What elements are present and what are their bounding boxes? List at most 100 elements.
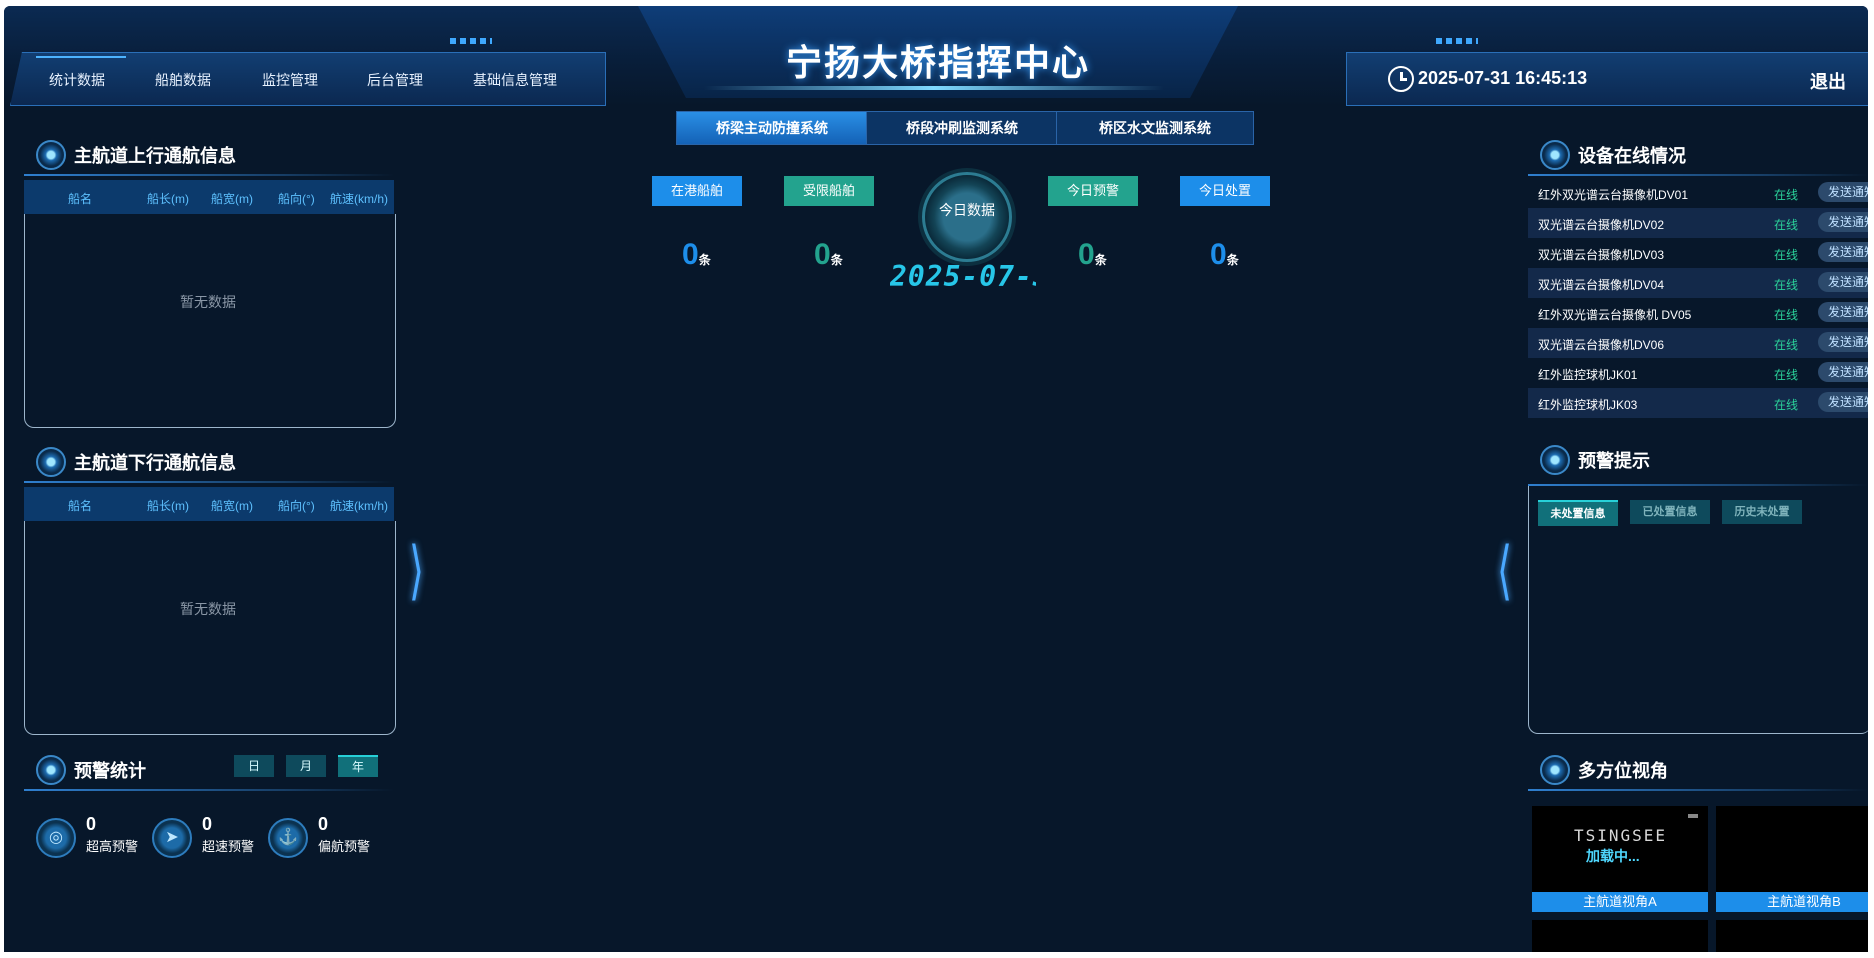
column-header: 船长(m) [147, 192, 189, 206]
list-item: 红外监控球机JK03 在线 发送通知 [1528, 388, 1868, 418]
stat-value: 0 [682, 238, 699, 271]
tab-history-unhandled[interactable]: 历史未处置 [1722, 500, 1802, 524]
collapse-right-arrow-icon[interactable]: ⟨ [1497, 534, 1512, 608]
device-name: 红外双光谱云台摄像机DV01 [1538, 188, 1689, 202]
downstream-panel-title: 主航道下行通航信息 [74, 453, 236, 473]
stat-today-warning-value: 0条 [1078, 238, 1107, 272]
page-title: 宁扬大桥指挥中心 [785, 42, 1090, 83]
panel-title-icon [36, 755, 66, 785]
send-notice-button[interactable]: 发送通知 [1818, 242, 1868, 262]
current-datetime: 2025-07-31 16:45:13 [1418, 68, 1588, 88]
panel-title-icon [1540, 445, 1570, 475]
stat-today-handled-value: 0条 [1210, 238, 1239, 272]
column-header: 船长(m) [147, 499, 189, 513]
empty-message: 暂无数据 [180, 601, 236, 617]
list-item: 红外双光谱云台摄像机DV01 在线 发送通知 [1528, 178, 1868, 208]
tab-hydrology-monitoring[interactable]: 桥区水文监测系统 [1056, 111, 1254, 145]
yaw-alert-count: 0 [318, 814, 329, 834]
tab-handled[interactable]: 已处置信息 [1630, 500, 1710, 524]
stat-unit: 条 [1226, 253, 1239, 267]
height-alert-label: 超高预警 [86, 839, 139, 854]
view-label-a: 主航道视角A [1532, 892, 1708, 912]
list-item: 双光谱云台摄像机DV03 在线 发送通知 [1528, 238, 1868, 268]
video-player-d[interactable] [1716, 920, 1868, 952]
tab-anti-collision[interactable]: 桥梁主动防撞系统 [676, 111, 868, 145]
tab-scour-monitoring[interactable]: 桥段冲刷监测系统 [866, 111, 1058, 145]
speed-alert-icon: ➤ [152, 818, 192, 858]
column-header: 船向(°) [278, 192, 315, 206]
stat-today-handled-button[interactable]: 今日处置 [1180, 176, 1270, 206]
upstream-table-body [24, 214, 396, 428]
send-notice-button[interactable]: 发送通知 [1818, 332, 1868, 352]
stat-value: 0 [814, 238, 831, 271]
view-label-b: 主航道视角B [1716, 892, 1868, 912]
loading-text: 加载中... [1586, 848, 1640, 864]
device-status: 在线 [1774, 338, 1799, 352]
header-decoration-left [450, 38, 492, 44]
stat-in-port-button[interactable]: 在港船舶 [652, 176, 742, 206]
nav-item-backend[interactable]: 后台管理 [367, 70, 423, 90]
panel-title-icon [1540, 140, 1570, 170]
yaw-alert-label: 偏航预警 [318, 839, 371, 854]
toggle-month[interactable]: 月 [286, 755, 326, 777]
column-header: 航速(km/h) [330, 192, 388, 206]
list-item: 双光谱云台摄像机DV02 在线 发送通知 [1528, 208, 1868, 238]
send-notice-button[interactable]: 发送通知 [1818, 362, 1868, 382]
device-name: 双光谱云台摄像机DV02 [1538, 218, 1665, 232]
downstream-table-body [24, 521, 396, 735]
nav-active-indicator [36, 56, 126, 58]
column-header: 船宽(m) [211, 499, 253, 513]
stat-today-warning-button[interactable]: 今日预警 [1048, 176, 1138, 206]
stat-in-port-value: 0条 [682, 238, 711, 272]
nav-item-base-info[interactable]: 基础信息管理 [473, 70, 557, 90]
panel-title-icon [36, 447, 66, 477]
send-notice-button[interactable]: 发送通知 [1818, 272, 1868, 292]
ship-yaw-icon: ⚓ [268, 818, 308, 858]
toggle-day[interactable]: 日 [234, 755, 274, 777]
device-name: 双光谱云台摄像机DV04 [1538, 278, 1665, 292]
nav-item-statistics[interactable]: 统计数据 [49, 70, 105, 90]
send-notice-button[interactable]: 发送通知 [1818, 212, 1868, 232]
speed-alert-label: 超速预警 [202, 839, 255, 854]
speed-alert-count: 0 [202, 814, 213, 834]
height-alert-icon: ◎ [36, 818, 76, 858]
player-menu-icon[interactable] [1688, 814, 1698, 818]
title-glow [704, 86, 1164, 90]
toggle-year[interactable]: 年 [338, 755, 378, 777]
panel-title-icon [1540, 755, 1570, 785]
list-item: 双光谱云台摄像机DV06 在线 发送通知 [1528, 328, 1868, 358]
list-item: 红外监控球机JK01 在线 发送通知 [1528, 358, 1868, 388]
panel-title-underline [24, 174, 394, 176]
device-status: 在线 [1774, 218, 1799, 232]
header-decoration-right [1436, 38, 1478, 44]
column-header: 船向(°) [278, 499, 315, 513]
video-player-c[interactable] [1532, 920, 1708, 952]
logout-button[interactable]: 退出 [1810, 68, 1846, 94]
nav-item-monitoring[interactable]: 监控管理 [262, 70, 318, 90]
column-header: 船宽(m) [211, 192, 253, 206]
device-status: 在线 [1774, 398, 1799, 412]
device-status: 在线 [1774, 248, 1799, 262]
dial-label: 今日数据 [939, 202, 995, 218]
stat-unit: 条 [830, 253, 843, 267]
device-name: 红外监控球机JK03 [1538, 398, 1638, 412]
collapse-left-arrow-icon[interactable]: ⟩ [409, 534, 424, 608]
device-name: 双光谱云台摄像机DV03 [1538, 248, 1665, 262]
device-name: 双光谱云台摄像机DV06 [1538, 338, 1665, 352]
send-notice-button[interactable]: 发送通知 [1818, 182, 1868, 202]
column-header: 船名 [68, 192, 93, 206]
panel-title-underline [1528, 789, 1868, 791]
stat-unit: 条 [698, 253, 711, 267]
panel-title-underline [24, 789, 394, 791]
send-notice-button[interactable]: 发送通知 [1818, 392, 1868, 412]
send-notice-button[interactable]: 发送通知 [1818, 302, 1868, 322]
empty-message: 暂无数据 [180, 294, 236, 310]
device-status: 在线 [1774, 188, 1799, 202]
nav-item-ship-data[interactable]: 船舶数据 [155, 70, 211, 90]
panel-title-underline [1528, 174, 1868, 176]
dashboard: 宁扬大桥指挥中心 统计数据 船舶数据 监控管理 后台管理 基础信息管理 2025… [4, 6, 1868, 952]
tab-unhandled[interactable]: 未处置信息 [1538, 500, 1618, 526]
device-name: 红外双光谱云台摄像机 DV05 [1538, 308, 1692, 322]
stat-restricted-value: 0条 [814, 238, 843, 272]
stat-restricted-button[interactable]: 受限船舶 [784, 176, 874, 206]
